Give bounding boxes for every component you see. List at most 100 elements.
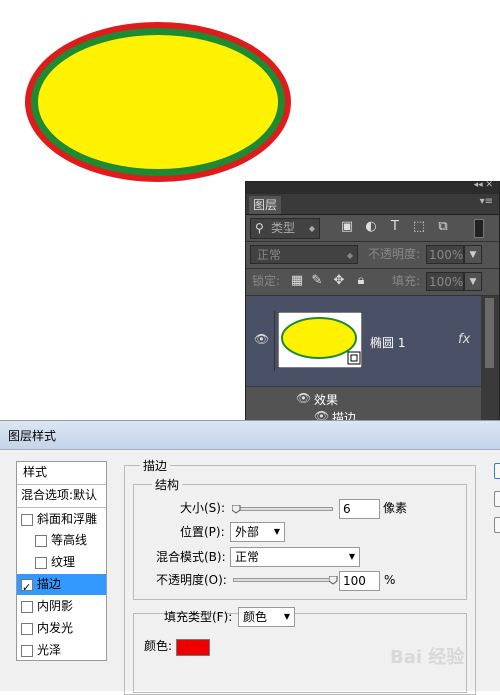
fill-dropdown-button[interactable]: ▼ [464, 272, 482, 291]
style-item-inner-glow[interactable]: 内发光 [17, 618, 106, 639]
stroke-label: 描边 [37, 577, 62, 591]
fx-icon[interactable]: fx [458, 332, 470, 347]
blend-mode-value: 正常 [257, 248, 282, 262]
panel-tab-bar: 图层 ▾≡ [246, 194, 499, 215]
filter-smart-object-icon[interactable]: ⧉ [436, 220, 450, 234]
layer-name[interactable]: 椭圆 1 [370, 334, 405, 351]
size-unit: 像素 [383, 501, 408, 515]
style-item-contour[interactable]: 等高线 [17, 530, 106, 551]
fill-label: 填充: [392, 274, 421, 288]
filter-toggle-switch[interactable] [474, 219, 484, 238]
search-icon: ⚲ [255, 221, 264, 235]
filter-adjustment-icon[interactable]: ◐ [364, 220, 378, 234]
satin-checkbox[interactable] [21, 645, 33, 657]
eye-icon[interactable]: 👁︎ [254, 332, 269, 346]
scroll-thumb[interactable] [485, 298, 494, 368]
color-label: 颜色: [144, 639, 173, 653]
filter-pixel-icon[interactable]: ▣ [340, 220, 354, 234]
opacity-slider-knob[interactable] [329, 576, 338, 585]
tab-layers[interactable]: 图层 [249, 196, 281, 214]
filter-type-icon[interactable]: T [388, 220, 402, 234]
panel-collapse-close-icons[interactable]: ◂◂ ✕ [474, 180, 493, 190]
blend-mode-label: 混合模式(B): [156, 550, 226, 564]
styles-header[interactable]: 样式 [17, 462, 106, 485]
contour-checkbox[interactable] [35, 535, 47, 547]
lock-all-icon[interactable]: 🔒︎ [354, 274, 368, 288]
opacity-unit: % [384, 573, 396, 587]
stroke-checkbox[interactable] [21, 577, 33, 598]
panel-top-strip: ◂◂ ✕ [246, 180, 499, 194]
contour-label: 等高线 [51, 533, 88, 547]
size-slider-knob[interactable] [232, 505, 241, 514]
bevel-checkbox[interactable] [21, 514, 33, 526]
size-slider[interactable] [233, 507, 333, 511]
cancel-button-edge[interactable] [494, 491, 500, 507]
chevron-down-icon: ▼ [348, 552, 355, 561]
layer-style-dialog: 图层样式 样式 混合选项:默认 斜面和浮雕 等高线 纹理 描边 内阴影 [0, 420, 500, 695]
ok-button-edge[interactable] [494, 463, 500, 479]
chevron-down-icon: ▼ [273, 527, 280, 536]
layers-panel: ◂◂ ✕ 图层 ▾≡ ⚲ 类型 ◆ ▣ ◐ T ⬚ ⧉ 正常 ◆ 不透明度: 1… [245, 180, 500, 427]
style-item-texture[interactable]: 纹理 [17, 552, 106, 573]
layer-filter-row: ⚲ 类型 ◆ ▣ ◐ T ⬚ ⧉ [246, 215, 499, 242]
inner-shadow-label: 内阴影 [37, 599, 74, 613]
layer-thumbnail[interactable] [278, 312, 362, 368]
texture-label: 纹理 [51, 555, 76, 569]
opacity-input[interactable]: 100% [426, 245, 464, 264]
style-item-bevel[interactable]: 斜面和浮雕 [17, 509, 106, 530]
blend-mode-dialog-select[interactable]: 正常 ▼ [230, 547, 360, 567]
filter-kind-select[interactable]: ⚲ 类型 ◆ [250, 218, 320, 239]
stroke-section-title: 描边 [140, 457, 171, 474]
blend-options-item[interactable]: 混合选项:默认 [17, 485, 106, 508]
bevel-label: 斜面和浮雕 [37, 512, 98, 526]
blend-options-label: 混合选项:默认 [21, 488, 98, 502]
size-label: 大小(S): [180, 501, 226, 515]
opacity-dropdown-button[interactable]: ▼ [464, 245, 482, 264]
size-input[interactable]: 6 [339, 499, 380, 519]
stroke-opacity-input[interactable]: 100 [339, 571, 380, 591]
fill-input[interactable]: 100% [426, 272, 464, 291]
filter-kind-value: 类型 [271, 221, 296, 235]
style-item-satin[interactable]: 光泽 [17, 640, 106, 661]
lock-label: 锁定: [252, 274, 281, 288]
opacity-slider[interactable] [233, 578, 333, 582]
style-item-inner-shadow[interactable]: 内阴影 [17, 596, 106, 617]
inner-glow-checkbox[interactable] [21, 623, 33, 635]
stroke-color-swatch[interactable] [176, 639, 210, 656]
position-select[interactable]: 外部 ▼ [230, 522, 285, 542]
blend-mode-select[interactable]: 正常 ◆ [250, 245, 358, 264]
fill-type-label: 填充类型(F): [164, 610, 233, 624]
effects-label[interactable]: 效果 [314, 391, 338, 408]
new-style-button-edge[interactable] [494, 517, 500, 533]
fill-type-value: 颜色 [243, 610, 268, 624]
dialog-title: 图层样式 [8, 429, 57, 443]
style-item-stroke[interactable]: 描边 [17, 574, 106, 598]
inner-shadow-checkbox[interactable] [21, 601, 33, 613]
stroke-opacity-label: 不透明度(O): [156, 573, 227, 587]
opacity-label: 不透明度: [368, 247, 421, 261]
dialog-title-bar: 图层样式 [0, 421, 500, 450]
layer-row-ellipse[interactable]: 👁︎ 椭圆 1 fx [246, 296, 481, 386]
blend-mode-dialog-value: 正常 [235, 550, 260, 564]
lock-paint-icon[interactable]: ✎ [310, 274, 324, 288]
panel-scrollbar[interactable] [481, 296, 499, 426]
position-label: 位置(P): [180, 525, 225, 539]
filter-shape-icon[interactable]: ⬚ [412, 220, 426, 234]
blend-opacity-row: 正常 ◆ 不透明度: 100% ▼ [246, 242, 499, 269]
lock-transparent-icon[interactable]: ▦ [290, 274, 304, 288]
updown-icon: ◆ [346, 251, 353, 260]
effects-eye-icon[interactable]: 👁︎ [296, 391, 311, 405]
position-value: 外部 [235, 525, 260, 539]
inner-glow-label: 内发光 [37, 621, 74, 635]
canvas-ellipse [25, 22, 291, 182]
style-list: 样式 混合选项:默认 斜面和浮雕 等高线 纹理 描边 内阴影 内发光 [16, 461, 107, 661]
structure-title: 结构 [152, 476, 183, 493]
watermark-logo: Bai 经验 [390, 647, 465, 668]
lock-position-icon[interactable]: ✥ [332, 274, 346, 288]
panel-menu-icon[interactable]: ▾≡ [480, 196, 493, 207]
fill-type-select[interactable]: 颜色 ▼ [238, 607, 295, 627]
lock-fill-row: 锁定: ▦ ✎ ✥ 🔒︎ 填充: 100% ▼ [246, 269, 499, 296]
texture-checkbox[interactable] [35, 557, 47, 569]
chevron-down-icon: ▼ [283, 612, 290, 621]
styles-header-label: 样式 [23, 465, 48, 479]
